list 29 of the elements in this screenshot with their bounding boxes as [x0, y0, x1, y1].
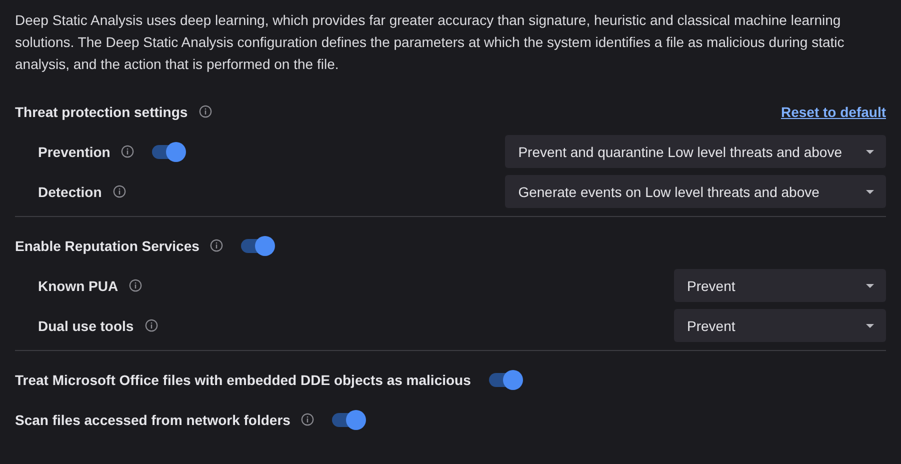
info-icon[interactable] [301, 413, 314, 426]
info-icon[interactable] [129, 279, 142, 292]
setting-title: Threat protection settings [15, 104, 188, 120]
caret-icon [866, 190, 874, 194]
toggle-switch[interactable] [239, 236, 276, 256]
caret-icon [866, 284, 874, 288]
setting-title: Enable Reputation Services [15, 238, 200, 254]
dropdown-select[interactable]: Prevent and quarantine Low level threats and above [505, 135, 886, 168]
setting-title: Scan files accessed from network folders [15, 412, 290, 428]
description-text: Deep Static Analysis uses deep learning, which provides far greater accuracy than signature, heuristic and classical machine learning solutions. The Deep Static Analysis configuration defines the parameters at which the system identifies a file as malicious during static analysis, and the action that is performed on the file. [15, 11, 846, 74]
toggle-switch[interactable] [150, 142, 186, 162]
setting-label: Known PUA [38, 278, 118, 294]
setting-label: Prevention [38, 144, 110, 160]
setting-title: Treat Microsoft Office files with embedded DDE objects as malicious [15, 372, 471, 388]
info-icon[interactable] [144, 319, 158, 332]
dropdown-select[interactable]: Prevent [674, 269, 886, 302]
info-icon[interactable] [121, 145, 134, 158]
toggle-switch[interactable] [486, 370, 523, 390]
dropdown-select[interactable]: Generate events on Low level threats and above [505, 175, 886, 208]
caret-icon [866, 324, 874, 328]
info-icon[interactable] [112, 185, 126, 198]
caret-icon [866, 150, 874, 154]
info-icon[interactable] [198, 105, 212, 118]
setting-label: Detection [38, 184, 102, 200]
dropdown-select[interactable]: Prevent [674, 309, 886, 342]
toggle-switch[interactable] [330, 410, 366, 430]
reset-link[interactable]: Reset to default [780, 104, 886, 120]
info-icon[interactable] [210, 239, 224, 252]
setting-label: Dual use tools [38, 318, 134, 334]
